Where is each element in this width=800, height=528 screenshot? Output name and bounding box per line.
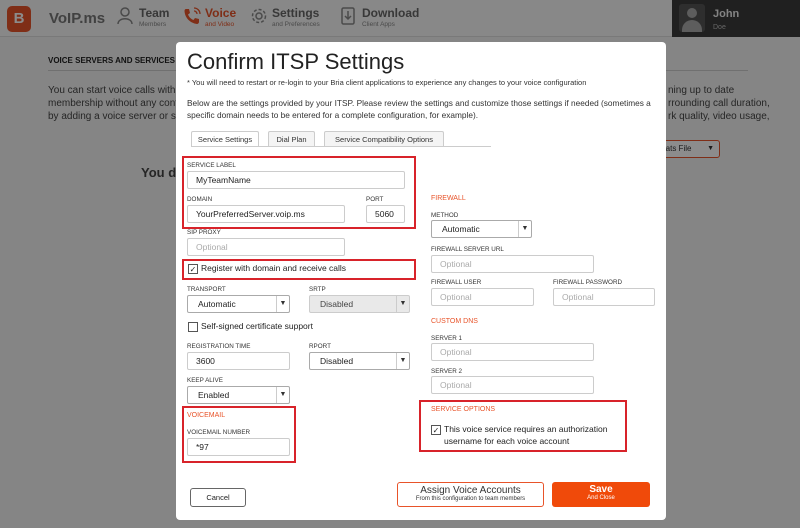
assign-button-label: Assign Voice Accounts <box>420 485 521 496</box>
domain-input[interactable]: YourPreferredServer.voip.ms <box>187 205 345 223</box>
dialog-description: Below are the settings provided by your … <box>187 98 651 120</box>
register-label: Register with domain and receive calls <box>201 263 347 273</box>
transport-value: Automatic <box>198 299 236 309</box>
service-label-label: SERVICE LABEL <box>187 162 236 169</box>
srtp-value: Disabled <box>320 299 354 309</box>
domain-label: DOMAIN <box>187 196 213 203</box>
firewall-method-label: METHOD <box>431 212 459 219</box>
sip-proxy-input[interactable]: Optional <box>187 238 345 256</box>
firewall-method-value: Automatic <box>442 224 480 234</box>
tab-service-settings[interactable]: Service Settings <box>191 131 259 147</box>
port-input[interactable]: 5060 <box>366 205 405 223</box>
rport-label: RPORT <box>309 343 331 350</box>
dialog-title: Confirm ITSP Settings <box>187 49 405 74</box>
firewall-user-label: FIREWALL USER <box>431 279 482 286</box>
voicemail-number-input[interactable]: *97 <box>187 438 290 456</box>
assign-voice-accounts-button[interactable]: Assign Voice Accounts From this configur… <box>397 482 544 507</box>
dns-server2-input[interactable]: Optional <box>431 376 594 394</box>
rport-select[interactable]: Disabled ▼ <box>309 352 410 370</box>
save-button-sublabel: And Close <box>587 495 615 501</box>
self-signed-label: Self-signed certificate support <box>201 321 313 331</box>
firewall-server-url-input[interactable]: Optional <box>431 255 594 273</box>
service-options-heading: SERVICE OPTIONS <box>431 406 496 413</box>
auth-username-line1: This voice service requires an authoriza… <box>444 424 608 434</box>
firewall-server-url-label: FIREWALL SERVER URL <box>431 246 504 253</box>
voicemail-heading: VOICEMAIL <box>187 412 226 419</box>
chevron-down-icon: ▼ <box>276 296 289 312</box>
cancel-button[interactable]: Cancel <box>190 488 246 507</box>
auth-username-checkbox[interactable]: ✓ <box>431 425 441 435</box>
srtp-label: SRTP <box>309 286 326 293</box>
save-button-label: Save <box>589 484 613 495</box>
dialog-note: * You will need to restart or re-login t… <box>187 78 587 87</box>
firewall-method-select[interactable]: Automatic ▼ <box>431 220 532 238</box>
rport-value: Disabled <box>320 356 354 366</box>
firewall-password-label: FIREWALL PASSWORD <box>553 279 623 286</box>
firewall-heading: FIREWALL <box>431 195 466 202</box>
save-button[interactable]: Save And Close <box>552 482 650 507</box>
chevron-down-icon: ▼ <box>396 296 409 312</box>
chevron-down-icon: ▼ <box>276 387 289 403</box>
chevron-down-icon: ▼ <box>396 353 409 369</box>
transport-label: TRANSPORT <box>187 286 226 293</box>
registration-time-input[interactable]: 3600 <box>187 352 290 370</box>
tab-underline <box>191 146 491 147</box>
dns-server1-input[interactable]: Optional <box>431 343 594 361</box>
assign-button-sublabel: From this configuration to team members <box>415 496 526 502</box>
self-signed-checkbox[interactable] <box>188 322 198 332</box>
firewall-user-input[interactable]: Optional <box>431 288 534 306</box>
dns-server1-label: SERVER 1 <box>431 335 463 342</box>
register-checkbox[interactable]: ✓ <box>188 264 198 274</box>
auth-username-line2: username for each voice account <box>444 436 570 446</box>
tab-dial-plan[interactable]: Dial Plan <box>268 131 315 147</box>
sip-proxy-label: SIP PROXY <box>187 229 221 236</box>
custom-dns-heading: CUSTOM DNS <box>431 318 478 325</box>
srtp-select[interactable]: Disabled ▼ <box>309 295 410 313</box>
voicemail-number-label: VOICEMAIL NUMBER <box>187 429 251 436</box>
keep-alive-value: Enabled <box>198 390 230 400</box>
confirm-itsp-dialog: Confirm ITSP Settings * You will need to… <box>176 42 666 520</box>
chevron-down-icon: ▼ <box>518 221 531 237</box>
firewall-password-input[interactable]: Optional <box>553 288 655 306</box>
keep-alive-select[interactable]: Enabled ▼ <box>187 386 290 404</box>
dns-server2-label: SERVER 2 <box>431 368 463 375</box>
port-label: PORT <box>366 196 384 203</box>
registration-time-label: REGISTRATION TIME <box>187 343 251 350</box>
tab-compatibility-options[interactable]: Service Compatibility Options <box>324 131 444 147</box>
keep-alive-label: KEEP ALIVE <box>187 377 223 384</box>
service-label-input[interactable]: MyTeamName <box>187 171 405 189</box>
transport-select[interactable]: Automatic ▼ <box>187 295 290 313</box>
